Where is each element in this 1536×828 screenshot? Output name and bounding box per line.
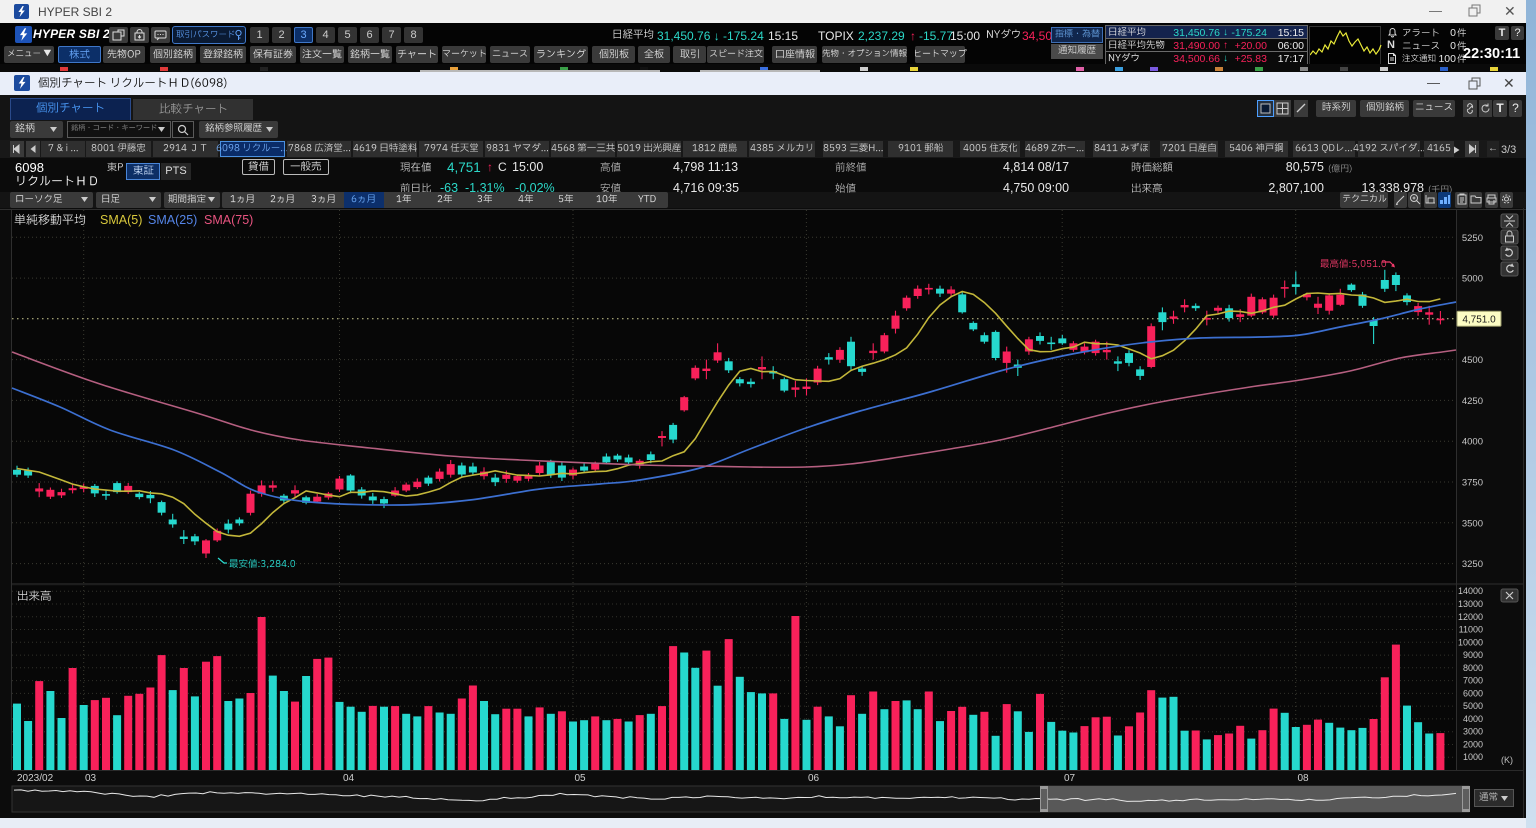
svg-text:2000: 2000: [1463, 740, 1483, 750]
svg-text:4000: 4000: [1462, 437, 1483, 448]
svg-text:2023/02: 2023/02: [17, 773, 54, 784]
svg-text:3750: 3750: [1462, 478, 1483, 489]
svg-text:4000: 4000: [1463, 714, 1483, 724]
svg-text:3000: 3000: [1463, 727, 1483, 737]
svg-text:1000: 1000: [1463, 752, 1483, 762]
svg-text:6000: 6000: [1463, 688, 1483, 698]
svg-text:4,751.0: 4,751.0: [1462, 315, 1496, 326]
svg-text:13000: 13000: [1458, 599, 1483, 609]
svg-text:12000: 12000: [1458, 612, 1483, 622]
svg-text:7000: 7000: [1463, 676, 1483, 686]
svg-text:9000: 9000: [1463, 650, 1483, 660]
svg-text:5000: 5000: [1462, 274, 1483, 285]
svg-text:5000: 5000: [1463, 701, 1483, 711]
svg-text:3250: 3250: [1462, 559, 1483, 570]
svg-text:06: 06: [808, 773, 820, 784]
svg-text:14000: 14000: [1458, 586, 1483, 596]
svg-text:3500: 3500: [1462, 518, 1483, 529]
svg-text:SMA(75): SMA(75): [204, 213, 253, 227]
svg-text:08: 08: [1298, 773, 1310, 784]
svg-text:03: 03: [85, 773, 97, 784]
svg-text:07: 07: [1064, 773, 1076, 784]
svg-text:04: 04: [343, 773, 355, 784]
svg-text:SMA(25): SMA(25): [148, 213, 197, 227]
svg-text:05: 05: [575, 773, 587, 784]
svg-text:11000: 11000: [1459, 625, 1483, 635]
svg-text:(K): (K): [1501, 755, 1513, 765]
svg-text:10000: 10000: [1458, 637, 1483, 647]
svg-text:4250: 4250: [1462, 396, 1483, 407]
svg-text:5250: 5250: [1462, 233, 1483, 244]
svg-text:8000: 8000: [1463, 663, 1483, 673]
svg-text:SMA(5): SMA(5): [100, 213, 142, 227]
svg-text:4500: 4500: [1462, 355, 1483, 366]
